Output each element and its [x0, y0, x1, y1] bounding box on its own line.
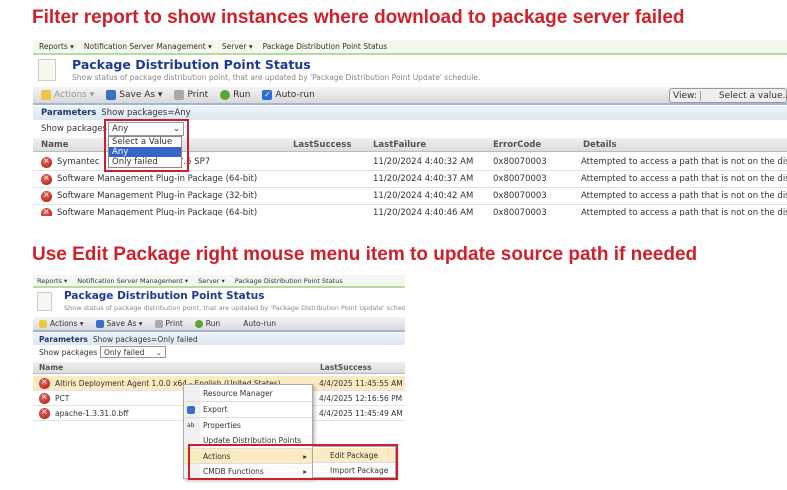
cell-details: Attempted to access a path that is not o… [581, 174, 787, 184]
cell-name: Software Management Plug-in Package (64-… [57, 174, 258, 184]
table-row[interactable]: Software Management Plug-in Package (64-… [33, 171, 787, 188]
parameters-summary: Show packages=Only failed [92, 334, 198, 344]
breadcrumb-current[interactable]: Package Distribution Point Status [235, 277, 343, 285]
parameters-summary: Show packages=Any [101, 108, 191, 118]
cell-lastsuccess: 4/4/2025 12:16:56 PM [315, 391, 405, 405]
col-details[interactable]: Details [583, 138, 617, 151]
error-icon [39, 392, 50, 404]
run-button[interactable]: Run [220, 90, 250, 100]
page-title: Package Distribution Point Status [64, 290, 265, 302]
col-lastfailure[interactable]: LastFailure [373, 138, 426, 151]
cell-lastfailure: 11/20/2024 4:40:37 AM [373, 174, 474, 184]
breadcrumb-server[interactable]: Server ▾ [222, 42, 253, 51]
cell-errorcode: 0x80070003 [493, 174, 547, 184]
save-icon [187, 405, 195, 414]
error-icon [41, 173, 52, 185]
page-title: Package Distribution Point Status [72, 57, 311, 72]
breadcrumb-reports[interactable]: Reports ▾ [39, 42, 74, 51]
save-as-button[interactable]: Save As ▾ [106, 90, 162, 100]
cell-name: Symantec [57, 157, 100, 167]
error-icon [41, 190, 52, 202]
show-packages-select[interactable]: Only failed ⌄ [100, 346, 166, 358]
cell-errorcode: 0x80070003 [493, 157, 547, 167]
heading-edit-package: Use Edit Package right mouse menu item t… [32, 244, 698, 265]
cell-name: Software Management Plug-in Package (64-… [57, 208, 258, 216]
cell-lastfailure: 11/20/2024 4:40:32 AM [373, 157, 474, 167]
breadcrumb-server[interactable]: Server ▾ [198, 277, 225, 285]
cell-errorcode: 0x80070003 [493, 191, 547, 201]
cell-details: Attempted to access a path that is not o… [581, 191, 787, 201]
properties-icon: ab [187, 422, 195, 429]
menu-item-resource-manager[interactable]: Resource Manager [184, 386, 312, 402]
toolbar: Actions ▾ Save As ▾ Print Run Auto-run [33, 317, 405, 332]
menu-item-export[interactable]: Export [184, 402, 312, 418]
actions-icon [41, 90, 51, 100]
cell-name: Software Management Plug-in Package (32-… [57, 191, 258, 201]
print-button[interactable]: Print [154, 319, 183, 328]
breadcrumb-ns-management[interactable]: Notification Server Management ▾ [84, 42, 212, 51]
printer-icon [174, 90, 185, 100]
breadcrumb: Reports ▾ Notification Server Management… [33, 40, 787, 55]
chevron-down-icon: ⌄ [155, 347, 162, 357]
cell-errorcode: 0x80070003 [493, 208, 547, 216]
cell-lastfailure: 11/20/2024 4:40:42 AM [373, 191, 474, 201]
breadcrumb-ns-management[interactable]: Notification Server Management ▾ [77, 277, 188, 285]
highlight-box [188, 444, 398, 480]
heading-filter-report: Filter report to show instances where do… [32, 7, 685, 28]
show-packages-label: Show packages [41, 124, 107, 134]
breadcrumb: Reports ▾ Notification Server Management… [33, 275, 405, 288]
cell-name: apache-1.3.31.0.bff [55, 408, 129, 418]
cell-lastfailure: 11/20/2024 4:40:46 AM [373, 208, 474, 216]
col-errorcode[interactable]: ErrorCode [493, 138, 541, 151]
table-header: Name LastSuccess [33, 362, 405, 374]
page-subtitle: Show status of package distribution poin… [64, 304, 405, 312]
cell-lastsuccess: 4/4/2025 11:45:49 AM [315, 406, 405, 420]
menu-item-properties[interactable]: ab Properties [184, 418, 312, 433]
breadcrumb-reports[interactable]: Reports ▾ [37, 277, 67, 285]
error-icon [39, 377, 50, 389]
save-as-button[interactable]: Save As ▾ [95, 319, 143, 328]
table-row[interactable]: Software Management Plug-in Package (64-… [33, 205, 787, 216]
cell-name: PCT [55, 393, 70, 403]
error-icon [39, 407, 50, 419]
parameters-bar: Parameters Show packages=Only failed [33, 333, 405, 345]
report-icon [37, 292, 52, 311]
table-row[interactable]: Software Management Plug-in Package (32-… [33, 188, 787, 205]
report-screen-2: Reports ▾ Notification Server Management… [33, 275, 405, 485]
actions-button[interactable]: Actions ▾ [41, 90, 94, 100]
error-icon [41, 207, 52, 216]
cell-details: Attempted to access a path that is not o… [581, 157, 787, 167]
actions-button[interactable]: Actions ▾ [39, 319, 84, 328]
run-icon [220, 90, 231, 100]
report-screen-1: Reports ▾ Notification Server Management… [33, 40, 787, 216]
run-button[interactable]: Run [194, 319, 220, 328]
save-icon [106, 90, 117, 100]
error-icon [41, 156, 52, 168]
breadcrumb-current[interactable]: Package Distribution Point Status [263, 42, 388, 51]
view-select[interactable]: View: Select a value... ▾ [669, 88, 787, 103]
show-packages-label: Show packages [39, 348, 98, 357]
cell-lastsuccess: 4/4/2025 11:45:55 AM [315, 376, 405, 390]
page-subtitle: Show status of package distribution poin… [72, 73, 481, 82]
col-lastsuccess[interactable]: LastSuccess [293, 138, 351, 151]
auto-run-checkbox[interactable]: ✓ Auto-run [262, 90, 315, 100]
print-button[interactable]: Print [174, 90, 208, 100]
col-name[interactable]: Name [41, 138, 68, 151]
col-name[interactable]: Name [39, 362, 63, 373]
col-lastsuccess[interactable]: LastSuccess [320, 362, 372, 373]
report-icon [38, 59, 56, 81]
auto-run-checkbox[interactable]: Auto-run [232, 319, 276, 328]
parameters-bar: Parameters Show packages=Any [33, 106, 787, 120]
highlight-box [104, 119, 189, 172]
toolbar: Actions ▾ Save As ▾ Print Run ✓ Auto-run … [33, 87, 787, 105]
cell-details: Attempted to access a path that is not o… [581, 208, 787, 216]
